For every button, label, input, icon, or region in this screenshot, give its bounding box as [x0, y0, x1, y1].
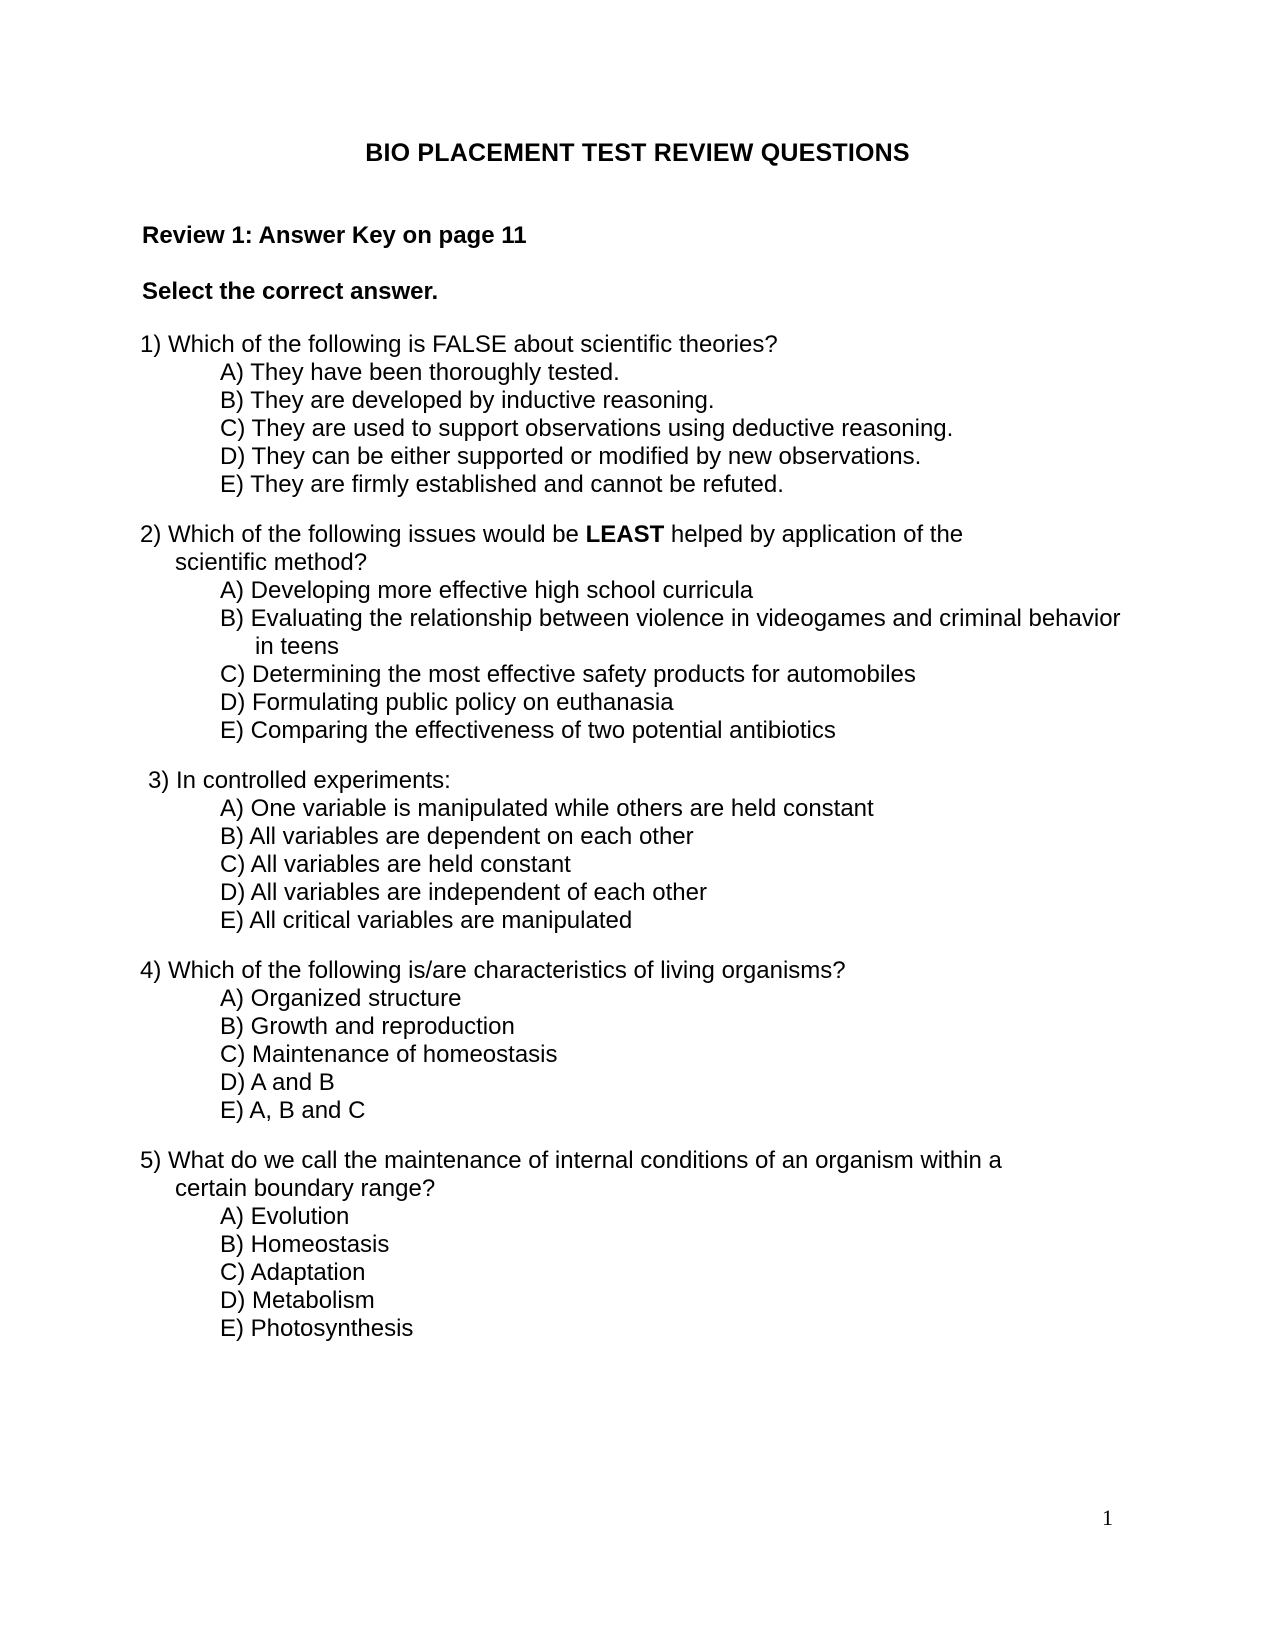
question-5: 5) What do we call the maintenance of in…	[140, 1147, 1140, 1343]
document-page: BIO PLACEMENT TEST REVIEW QUESTIONS Revi…	[0, 0, 1275, 1650]
question-5-number: 5)	[140, 1147, 162, 1174]
option[interactable]: B) They are developed by inductive reaso…	[140, 387, 1140, 415]
option[interactable]: D) All variables are independent of each…	[140, 879, 1140, 907]
question-2-stem: 2) Which of the following issues would b…	[140, 521, 1055, 577]
question-1-number: 1)	[140, 331, 162, 358]
option[interactable]: A) Developing more effective high school…	[140, 577, 1140, 605]
option[interactable]: A) One variable is manipulated while oth…	[140, 795, 1140, 823]
option[interactable]: C) Maintenance of homeostasis	[140, 1041, 1140, 1069]
option[interactable]: B) Growth and reproduction	[140, 1013, 1140, 1041]
question-4-text: Which of the following is/are characteri…	[168, 957, 846, 984]
question-4-number: 4)	[140, 957, 162, 984]
option[interactable]: A) Organized structure	[140, 985, 1140, 1013]
question-2-emphasis: LEAST	[585, 521, 665, 548]
option[interactable]: B) All variables are dependent on each o…	[140, 823, 1140, 851]
option[interactable]: B) Homeostasis	[140, 1231, 1140, 1259]
option[interactable]: C) All variables are held constant	[140, 851, 1140, 879]
question-2-number: 2)	[140, 521, 162, 548]
option[interactable]: C) They are used to support observations…	[140, 415, 1140, 443]
question-3-options: A) One variable is manipulated while oth…	[140, 795, 1140, 935]
page-number: 1	[1102, 1505, 1113, 1530]
question-1-stem: 1) Which of the following is FALSE about…	[140, 331, 1055, 359]
question-4-stem: 4) Which of the following is/are charact…	[140, 957, 1055, 985]
question-3-stem: 3) In controlled experiments:	[140, 767, 1063, 795]
option[interactable]: E) They are firmly established and canno…	[140, 471, 1140, 499]
question-3: 3) In controlled experiments: A) One var…	[140, 767, 1140, 935]
question-1-options: A) They have been thoroughly tested. B) …	[140, 359, 1140, 499]
option[interactable]: B) Evaluating the relationship between v…	[140, 605, 1140, 661]
option[interactable]: D) A and B	[140, 1069, 1140, 1097]
review-heading: Review 1: Answer Key on page 11	[142, 222, 527, 249]
question-list: 1) Which of the following is FALSE about…	[140, 331, 1140, 1365]
question-5-options: A) Evolution B) Homeostasis C) Adaptatio…	[140, 1203, 1140, 1343]
question-5-text: What do we call the maintenance of inter…	[168, 1147, 1002, 1202]
question-2-options: A) Developing more effective high school…	[140, 577, 1140, 745]
option[interactable]: E) Comparing the effectiveness of two po…	[140, 717, 1140, 745]
question-4-options: A) Organized structure B) Growth and rep…	[140, 985, 1140, 1125]
option[interactable]: E) Photosynthesis	[140, 1315, 1140, 1343]
option[interactable]: E) All critical variables are manipulate…	[140, 907, 1140, 935]
option[interactable]: D) Formulating public policy on euthanas…	[140, 689, 1140, 717]
question-3-number: 3)	[148, 767, 170, 794]
question-4: 4) Which of the following is/are charact…	[140, 957, 1140, 1125]
option[interactable]: A) They have been thoroughly tested.	[140, 359, 1140, 387]
option[interactable]: C) Adaptation	[140, 1259, 1140, 1287]
page-title: BIO PLACEMENT TEST REVIEW QUESTIONS	[365, 139, 910, 167]
option[interactable]: E) A, B and C	[140, 1097, 1140, 1125]
question-5-stem: 5) What do we call the maintenance of in…	[140, 1147, 1055, 1203]
option[interactable]: D) They can be either supported or modif…	[140, 443, 1140, 471]
option[interactable]: D) Metabolism	[140, 1287, 1140, 1315]
question-2: 2) Which of the following issues would b…	[140, 521, 1140, 745]
question-1: 1) Which of the following is FALSE about…	[140, 331, 1140, 499]
option[interactable]: A) Evolution	[140, 1203, 1140, 1231]
question-3-text: In controlled experiments:	[176, 767, 451, 794]
instruction-heading: Select the correct answer.	[142, 278, 439, 305]
option[interactable]: C) Determining the most effective safety…	[140, 661, 1140, 689]
question-2-text-before: Which of the following issues would be	[168, 521, 586, 548]
question-1-text: Which of the following is FALSE about sc…	[168, 331, 778, 358]
